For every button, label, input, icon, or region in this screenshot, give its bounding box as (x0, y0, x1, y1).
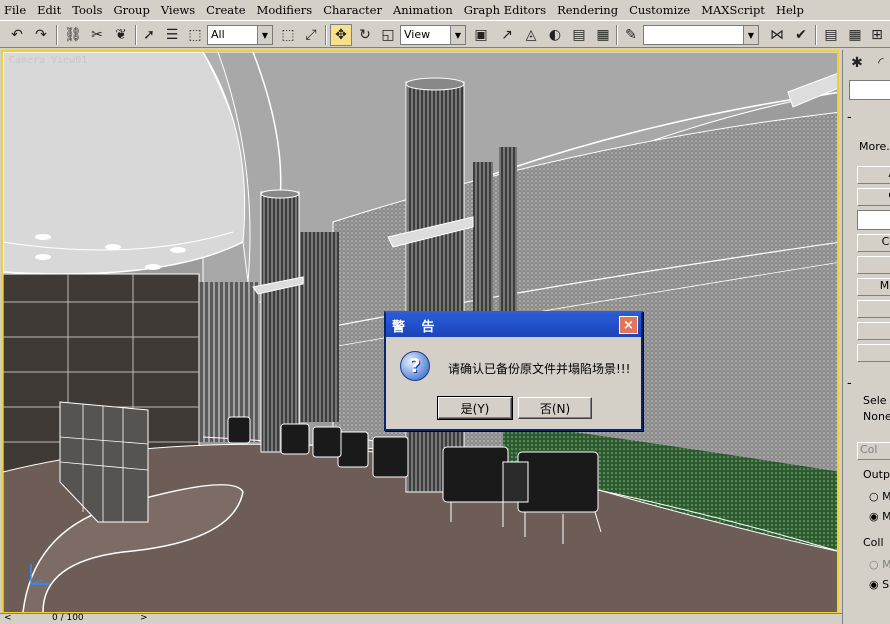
menu-graph-editors[interactable]: Graph Editors (464, 3, 546, 17)
unlink-icon[interactable]: ✂ (86, 24, 108, 46)
toolbar-separator (815, 25, 817, 45)
warning-dialog: 警 告 × ? 请确认已备份原文件并塌陷场景!!! 是(Y) 否(N) (384, 311, 643, 431)
undo-icon[interactable]: ↶ (6, 24, 28, 46)
named-selection-dropdown[interactable]: ▼ (643, 25, 759, 45)
menu-maxscript[interactable]: MAXScript (701, 3, 765, 17)
mirror-icon[interactable]: ⋈ (766, 24, 788, 46)
pivot-center-icon[interactable]: ▣ (470, 24, 492, 46)
menu-modifiers[interactable]: Modifiers (257, 3, 313, 17)
selection-filter-value: All (211, 28, 225, 41)
modify-tab-icon[interactable]: ◜ (871, 52, 890, 74)
radio-m1[interactable]: ○ M (869, 490, 890, 503)
snap-toggle-icon[interactable]: ◬ (520, 24, 542, 46)
radio-m2-label: M (882, 510, 890, 523)
select-and-rotate-icon[interactable]: ↻ (354, 24, 376, 46)
create-tab-icon[interactable]: ✱ (847, 52, 867, 74)
menu-animation[interactable]: Animation (393, 3, 453, 17)
collapse-button[interactable]: Col (857, 442, 890, 460)
chevron-down-icon: ▼ (257, 26, 272, 44)
manipulate-icon[interactable]: ↗ (496, 24, 518, 46)
menu-bar: File Edit Tools Group Views Create Modif… (0, 0, 890, 19)
radio-m3[interactable]: ○ M (869, 558, 890, 571)
dialog-title: 警 告 (392, 319, 441, 335)
toolbar-separator (56, 25, 58, 45)
modifier-button-a[interactable]: A (857, 166, 890, 184)
dialog-message: 请确认已备份原文件并塌陷场景!!! (448, 362, 631, 376)
select-by-name-icon[interactable]: ☰ (161, 24, 183, 46)
collapse-to-label: Coll (863, 536, 884, 549)
menu-create[interactable]: Create (206, 3, 245, 17)
modifier-button-mo[interactable]: Mo (857, 278, 890, 296)
radio-m2[interactable]: ◉ M (869, 510, 890, 523)
radio-m1-label: M (882, 490, 890, 503)
time-next-icon[interactable]: > (140, 613, 148, 623)
mirror-small-icon[interactable]: ⤢ (300, 24, 322, 46)
object-name-field[interactable] (849, 80, 890, 100)
time-frame-label: 0 / 100 (52, 613, 84, 623)
rect-selection-icon[interactable]: ⬚ (184, 24, 206, 46)
menu-rendering[interactable]: Rendering (557, 3, 618, 17)
modifier-list-field[interactable] (857, 210, 890, 230)
chevron-down-icon: ▼ (743, 26, 758, 44)
rollout-collapse-icon-2[interactable]: - (847, 376, 852, 391)
menu-character[interactable]: Character (323, 3, 382, 17)
main-toolbar: ↶ ↷ ⛓ ✂ ❦ ➚ ☰ ⬚ All ▼ ⬚ ⤢ ✥ ↻ ◱ View ▼ ▣… (0, 20, 890, 48)
selection-label: Sele (863, 394, 887, 407)
toolbar-separator (325, 25, 327, 45)
modifier-button-blank-1[interactable] (857, 256, 890, 274)
no-button[interactable]: 否(N) (518, 397, 592, 419)
layer-manager-icon[interactable]: ▤ (820, 24, 842, 46)
menu-file[interactable]: File (4, 3, 26, 17)
menu-tools[interactable]: Tools (72, 3, 102, 17)
select-and-link-icon[interactable]: ⛓ (62, 24, 84, 46)
more-label[interactable]: More. (859, 140, 890, 153)
curve-editor-icon[interactable]: ▦ (844, 24, 866, 46)
modifier-button-blank-2[interactable] (857, 300, 890, 318)
time-prev-icon[interactable]: < (4, 613, 12, 623)
menu-help[interactable]: Help (776, 3, 804, 17)
close-icon[interactable]: × (619, 316, 638, 334)
angle-snap-icon[interactable]: ◐ (544, 24, 566, 46)
modifier-button-co[interactable]: Co (857, 234, 890, 252)
align-icon[interactable]: ✔ (790, 24, 812, 46)
rollout-collapse-icon[interactable]: - (847, 110, 852, 125)
selection-none-label: None (863, 410, 890, 423)
chevron-down-icon: ▼ (450, 26, 465, 44)
spinner-snap-icon[interactable]: ▦ (592, 24, 614, 46)
radio-m3-label: M (882, 558, 890, 571)
menu-edit[interactable]: Edit (37, 3, 61, 17)
dialog-title-bar[interactable]: 警 告 × (386, 313, 641, 337)
toolbar-separator (616, 25, 618, 45)
select-and-move-icon[interactable]: ✥ (330, 24, 352, 46)
modifier-button-c[interactable]: C (857, 188, 890, 206)
menu-views[interactable]: Views (161, 3, 195, 17)
percent-snap-icon[interactable]: ▤ (568, 24, 590, 46)
time-slider[interactable]: < 0 / 100 > (0, 613, 842, 624)
modifier-button-blank-3[interactable] (857, 322, 890, 340)
menu-customize[interactable]: Customize (629, 3, 690, 17)
command-panel: ✱ ◜ - More. A C Co Mo - Sele None Col Ou… (842, 50, 890, 624)
radio-s-label: S (882, 578, 890, 591)
schematic-view-icon[interactable]: ⊞ (866, 24, 888, 46)
redo-icon[interactable]: ↷ (30, 24, 52, 46)
selection-filter-dropdown[interactable]: All ▼ (207, 25, 273, 45)
radio-s[interactable]: ◉ S (869, 578, 889, 591)
question-icon: ? (400, 351, 430, 381)
edit-named-selection-icon[interactable]: ✎ (620, 24, 642, 46)
bind-space-warp-icon[interactable]: ❦ (110, 24, 132, 46)
reference-coord-value: View (404, 28, 431, 41)
select-object-icon[interactable]: ➚ (138, 24, 160, 46)
reference-coord-dropdown[interactable]: View ▼ (400, 25, 466, 45)
yes-button[interactable]: 是(Y) (437, 396, 513, 420)
select-and-scale-icon[interactable]: ◱ (377, 24, 399, 46)
toolbar-separator (135, 25, 137, 45)
output-label: Outp (863, 468, 890, 481)
modifier-button-blank-4[interactable] (857, 344, 890, 362)
menu-group[interactable]: Group (113, 3, 149, 17)
viewport-label[interactable]: Camera View01 (9, 55, 87, 66)
window-crossing-icon[interactable]: ⬚ (277, 24, 299, 46)
